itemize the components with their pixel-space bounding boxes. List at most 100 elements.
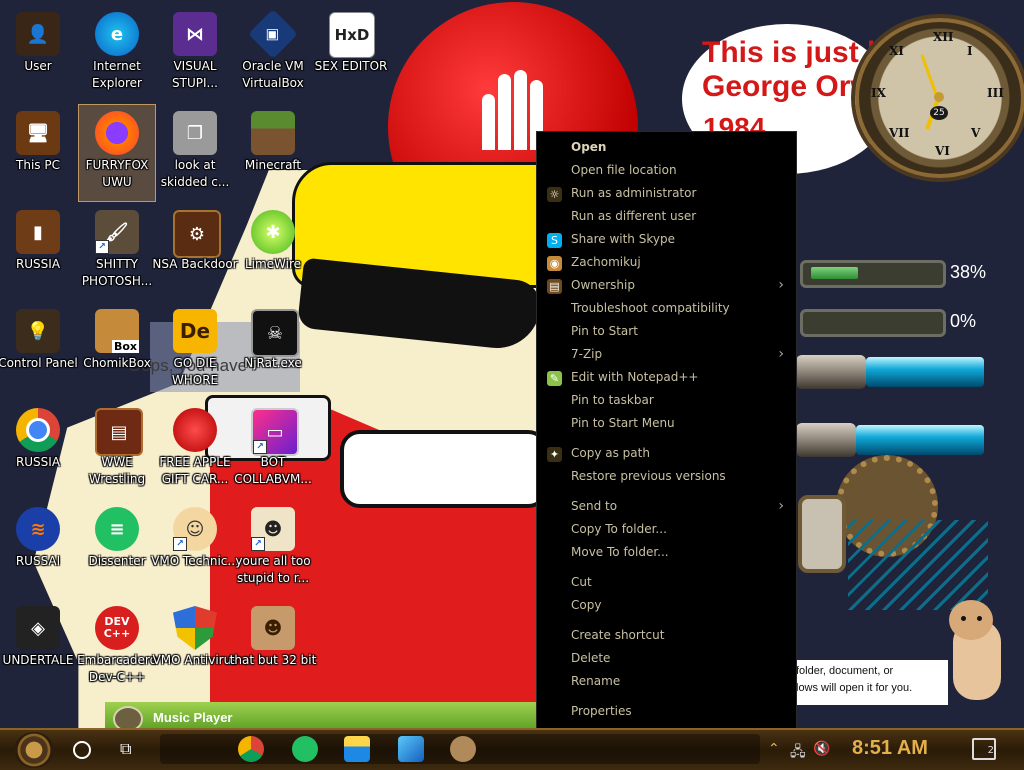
- desktop-icon-russia[interactable]: ▮ RUSSIA: [0, 204, 82, 300]
- context-menu-item-label: Move To folder...: [571, 545, 669, 559]
- desktop-icon-label: Oracle VM VirtualBox: [242, 59, 304, 90]
- context-menu-item-label: Pin to Start Menu: [571, 416, 675, 430]
- desktop-icon-minecraft[interactable]: Minecraft: [229, 105, 317, 201]
- network-icon[interactable]: 🖧: [790, 741, 806, 765]
- desktop-icon-label: User: [24, 59, 52, 73]
- desktop-icon-chomikbox[interactable]: Box ChomikBox: [73, 303, 161, 399]
- shield-icon: [173, 606, 217, 650]
- monitor-icon: ▭ ↗: [251, 408, 299, 456]
- desktop-icon-furryfox[interactable]: FURRYFOX UWU: [78, 104, 156, 202]
- context-menu-item-run-as-administrator[interactable]: ☼ Run as administrator: [537, 183, 796, 206]
- context-menu-item-rename[interactable]: Rename: [537, 671, 796, 694]
- desktop-icon-nsa-backdoor[interactable]: ⚙ NSA Backdoor: [151, 204, 239, 300]
- desktop-icon-bot-collabvm[interactable]: ▭ ↗ BOT COLLABVM...: [229, 402, 317, 498]
- hamster-icon[interactable]: [450, 736, 476, 762]
- context-menu-item-run-as-different-user[interactable]: Run as different user: [537, 206, 796, 229]
- context-menu[interactable]: Open Open file location ☼ Run as administra…: [536, 131, 797, 730]
- unity-icon: ◈: [16, 606, 60, 650]
- desktop-icon-label: that but 32 bit: [229, 653, 317, 667]
- context-menu-item-7-zip[interactable]: 7-Zip ›: [537, 344, 796, 367]
- context-menu-item-label: Delete: [571, 651, 611, 665]
- volume-muted-icon[interactable]: 🔇: [813, 741, 830, 757]
- context-menu-item-zachomikuj[interactable]: ◉ Zachomikuj: [537, 252, 796, 275]
- context-menu-item-create-shortcut[interactable]: Create shortcut: [537, 625, 796, 648]
- user-folder-icon: 👤: [16, 12, 60, 56]
- desktop-icon-njrat[interactable]: ☠ NjRat.exe: [229, 303, 317, 399]
- task-view-icon[interactable]: ⧉: [120, 740, 138, 758]
- context-menu-item-open[interactable]: Open: [537, 137, 796, 160]
- context-menu-item-label: Copy To folder...: [571, 522, 667, 536]
- chevron-right-icon: ›: [778, 277, 784, 293]
- context-menu-item-open-file-location[interactable]: Open file location: [537, 160, 796, 183]
- desktop-icon-russai[interactable]: ≋ RUSSAI: [0, 501, 82, 597]
- devcpp-badge: DEV C++: [103, 615, 131, 640]
- desktop-icon-vmo-technic[interactable]: ☺ ↗ VMO Technic...: [151, 501, 239, 597]
- taskbar-clock[interactable]: 8:51 AM: [852, 737, 928, 760]
- notification-center-icon[interactable]: 2: [972, 738, 996, 760]
- desktop-icon-skidded-code[interactable]: ❐ look at skidded c...: [151, 105, 239, 201]
- search-icon[interactable]: [73, 741, 91, 759]
- context-menu-item-label: 7-Zip: [571, 347, 603, 361]
- context-menu-item-share-with-skype[interactable]: S Share with Skype: [537, 229, 796, 252]
- desktop-icon-free-apple[interactable]: FREE APPLE GIFT CAR...: [151, 402, 239, 498]
- context-menu-item-pin-to-start[interactable]: Pin to Start: [537, 321, 796, 344]
- portrait-icon: ☻ ↗: [251, 507, 295, 551]
- desktop-icon-control-panel[interactable]: 💡 Control Panel: [0, 303, 82, 399]
- desktop-icon-label: Embarcadero Dev-C++: [77, 653, 157, 684]
- chrome-icon[interactable]: [238, 736, 264, 762]
- file-explorer-icon[interactable]: [344, 736, 370, 762]
- desktop-icon-vmo-antivirus[interactable]: VMO Antivirus: [151, 600, 239, 696]
- context-menu-item-label: Ownership: [571, 278, 635, 292]
- context-menu-item-copy[interactable]: Copy: [537, 595, 796, 618]
- desktop-icon-wwe-wrestling[interactable]: ▤ WWE Wrestling: [73, 402, 161, 498]
- show-hidden-icons-chevron[interactable]: ⌃: [768, 741, 780, 757]
- desktop-icon-undertale[interactable]: ◈ UNDERTALE: [0, 600, 82, 696]
- dissenter-icon[interactable]: [292, 736, 318, 762]
- desktop-icon-youre-all-too-stupid[interactable]: ☻ ↗ youre all too stupid to r...: [229, 501, 317, 597]
- music-player-bar[interactable]: Music Player: [105, 702, 538, 730]
- steampunk-clock-widget[interactable]: XII III VI IX I XI V VII 25: [855, 18, 1024, 178]
- desktop-icon-dev-cpp[interactable]: DEV C++ Embarcadero Dev-C++: [73, 600, 161, 696]
- context-menu-item-cut[interactable]: Cut: [537, 572, 796, 595]
- desktop-icon-that-but-32-bit[interactable]: ☻ that but 32 bit: [229, 600, 317, 696]
- desktop-icon-internet-explorer[interactable]: e Internet Explorer: [73, 6, 161, 102]
- desktop-icon-sex-editor[interactable]: HxD SEX EDITOR: [307, 6, 395, 102]
- desktop-icon-label: FREE APPLE GIFT CAR...: [159, 455, 231, 486]
- chomikbox-badge: Box: [111, 340, 139, 353]
- context-menu-item-label: Open file location: [571, 163, 677, 177]
- context-menu-item-troubleshoot-compatibility[interactable]: Troubleshoot compatibility: [537, 298, 796, 321]
- desktop-icon-russia-chrome[interactable]: RUSSIA: [0, 402, 82, 498]
- desktop-icon-dissenter[interactable]: ≡ Dissenter: [73, 501, 161, 597]
- ram-gauge-percent: 0%: [950, 311, 977, 331]
- wallpaper-tip-line2: lows will open it for you.: [796, 682, 913, 694]
- context-menu-item-label: Run as different user: [571, 209, 697, 223]
- cpu-gauge: [800, 260, 946, 288]
- remote-desktop-icon[interactable]: [398, 736, 424, 762]
- desktop-icon-limewire[interactable]: ✱ LimeWire: [229, 204, 317, 300]
- desktop-icon-go-die[interactable]: De GO DIE WHORE: [151, 303, 239, 399]
- context-menu-item-edit-with-notepad[interactable]: ✎ Edit with Notepad++: [537, 367, 796, 390]
- desktop-icon-photoshop[interactable]: 🖌 ↗ SHITTY PHOTOSH...: [73, 204, 161, 300]
- context-menu-item-restore-previous-versions[interactable]: Restore previous versions: [537, 466, 796, 489]
- hamster-mascot[interactable]: [945, 600, 1007, 706]
- context-menu-item-send-to[interactable]: Send to ›: [537, 496, 796, 519]
- context-menu-item-pin-to-start-menu[interactable]: Pin to Start Menu: [537, 413, 796, 436]
- context-menu-item-properties[interactable]: Properties: [537, 701, 796, 724]
- desktop-icon-user[interactable]: 👤 User: [0, 6, 82, 102]
- context-menu-item-move-to-folder[interactable]: Move To folder...: [537, 542, 796, 565]
- desktop-icon-label: RUSSIA: [15, 455, 61, 469]
- context-menu-item-copy-as-path[interactable]: ✦ Copy as path: [537, 443, 796, 466]
- context-menu-item-ownership[interactable]: ▤ Ownership ›: [537, 275, 796, 298]
- context-menu-item-copy-to-folder[interactable]: Copy To folder...: [537, 519, 796, 542]
- desktop-icon-label: RUSSAI: [15, 554, 61, 568]
- chomikbox-icon: Box: [95, 309, 139, 353]
- desktop-icon-label: WWE Wrestling: [88, 455, 146, 486]
- context-menu-item-delete[interactable]: Delete: [537, 648, 796, 671]
- chomikuj-icon: ◉: [547, 256, 562, 271]
- desktop-icon-virtualbox[interactable]: ▣ Oracle VM VirtualBox: [229, 6, 317, 102]
- desktop-icon-this-pc[interactable]: 🖥 This PC: [0, 105, 82, 201]
- desktop-icon-visual-studio[interactable]: ⋈ VISUAL STUPI...: [151, 6, 239, 102]
- clock-day: 25: [930, 106, 948, 120]
- start-button[interactable]: [14, 732, 54, 768]
- context-menu-item-pin-to-taskbar[interactable]: Pin to taskbar: [537, 390, 796, 413]
